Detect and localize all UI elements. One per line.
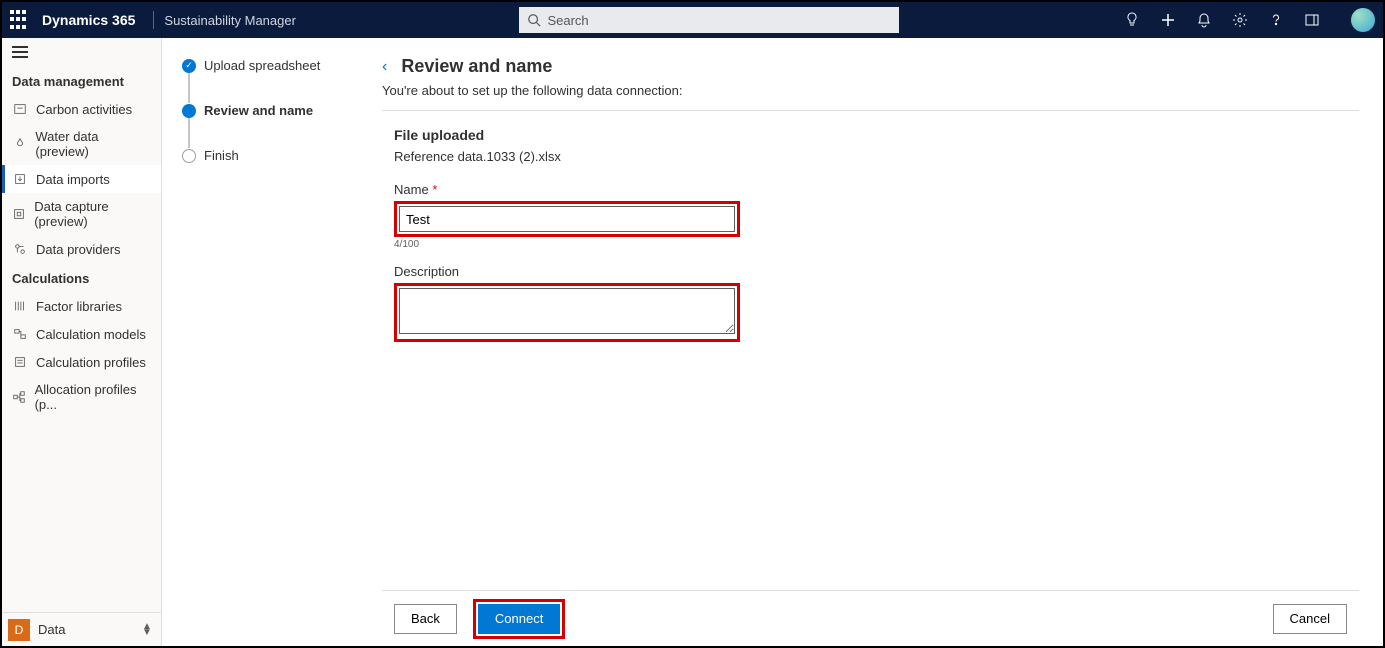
panel-icon[interactable] (1303, 11, 1321, 29)
nav-data-imports[interactable]: Data imports (2, 165, 161, 193)
step-upload-spreadsheet[interactable]: ✓ Upload spreadsheet (182, 58, 358, 73)
step-label: Upload spreadsheet (204, 58, 320, 73)
connect-highlight: Connect (473, 599, 565, 639)
nav-label: Water data (preview) (35, 129, 151, 159)
nav-label: Calculation models (36, 327, 146, 342)
required-asterisk: * (432, 182, 437, 197)
carbon-icon (12, 101, 28, 117)
step-finish[interactable]: Finish (182, 148, 358, 163)
plus-icon[interactable] (1159, 11, 1177, 29)
nav-data-providers[interactable]: Data providers (2, 235, 161, 263)
chevron-updown-icon: ▲▼ (139, 624, 155, 636)
app-name-label: Sustainability Manager (164, 13, 296, 28)
nav-label: Allocation profiles (p... (35, 382, 151, 412)
back-chevron-icon[interactable]: ‹ (382, 58, 387, 76)
description-label: Description (394, 264, 1359, 279)
file-uploaded-heading: File uploaded (394, 127, 1359, 143)
allocation-icon (12, 389, 27, 405)
page-subtitle: You're about to set up the following dat… (382, 83, 1359, 98)
area-badge: D (8, 619, 30, 641)
nav-carbon-activities[interactable]: Carbon activities (2, 95, 161, 123)
name-counter: 4/100 (394, 239, 1359, 250)
step-connector (188, 73, 190, 103)
step-review-and-name[interactable]: Review and name (182, 103, 358, 118)
back-button[interactable]: Back (394, 604, 457, 634)
description-highlight (394, 283, 740, 342)
nav-factor-libraries[interactable]: Factor libraries (2, 292, 161, 320)
search-placeholder: Search (547, 13, 588, 28)
sidebar-toggle[interactable] (2, 38, 161, 66)
capture-icon (12, 206, 26, 222)
nav-label: Calculation profiles (36, 355, 146, 370)
step-done-icon: ✓ (182, 59, 196, 73)
user-avatar[interactable] (1351, 8, 1375, 32)
help-icon[interactable] (1267, 11, 1285, 29)
brand-label: Dynamics 365 (42, 12, 135, 28)
step-connector (188, 118, 190, 148)
nav-water-data[interactable]: Water data (preview) (2, 123, 161, 165)
water-icon (12, 136, 27, 152)
connect-button[interactable]: Connect (478, 604, 560, 634)
wizard-steps: ✓ Upload spreadsheet Review and name Fin… (162, 38, 372, 646)
nav-label: Factor libraries (36, 299, 122, 314)
nav-label: Carbon activities (36, 102, 132, 117)
imports-icon (12, 171, 28, 187)
providers-icon (12, 241, 28, 257)
models-icon (12, 326, 28, 342)
name-input[interactable] (399, 206, 735, 232)
uploaded-filename: Reference data.1033 (2).xlsx (394, 149, 1359, 164)
bell-icon[interactable] (1195, 11, 1213, 29)
nav-calculation-profiles[interactable]: Calculation profiles (2, 348, 161, 376)
section-calculations: Calculations (2, 263, 161, 292)
page-title: Review and name (401, 56, 552, 77)
area-picker[interactable]: D Data ▲▼ (2, 612, 161, 646)
area-label: Data (38, 622, 139, 637)
nav-allocation-profiles[interactable]: Allocation profiles (p... (2, 376, 161, 418)
nav-data-capture[interactable]: Data capture (preview) (2, 193, 161, 235)
nav-label: Data capture (preview) (34, 199, 151, 229)
search-input[interactable]: Search (519, 7, 899, 33)
footer-bar: Back Connect Cancel (382, 590, 1359, 646)
lightbulb-icon[interactable] (1123, 11, 1141, 29)
step-current-icon (182, 104, 196, 118)
cancel-button[interactable]: Cancel (1273, 604, 1347, 634)
site-sidebar: Data management Carbon activities Water … (2, 38, 162, 646)
app-launcher-icon[interactable] (10, 10, 30, 30)
step-label: Review and name (204, 103, 313, 118)
description-textarea[interactable] (399, 288, 735, 334)
nav-calculation-models[interactable]: Calculation models (2, 320, 161, 348)
nav-label: Data providers (36, 242, 121, 257)
name-label: Name * (394, 182, 1359, 197)
main-content: ‹ Review and name You're about to set up… (372, 38, 1383, 646)
gear-icon[interactable] (1231, 11, 1249, 29)
top-nav-bar: Dynamics 365 Sustainability Manager Sear… (2, 2, 1383, 38)
nav-label: Data imports (36, 172, 110, 187)
hamburger-icon (12, 46, 28, 58)
step-label: Finish (204, 148, 239, 163)
section-data-management: Data management (2, 66, 161, 95)
name-highlight (394, 201, 740, 237)
step-pending-icon (182, 149, 196, 163)
search-icon (527, 13, 541, 27)
library-icon (12, 298, 28, 314)
divider (153, 11, 154, 29)
calc-profiles-icon (12, 354, 28, 370)
